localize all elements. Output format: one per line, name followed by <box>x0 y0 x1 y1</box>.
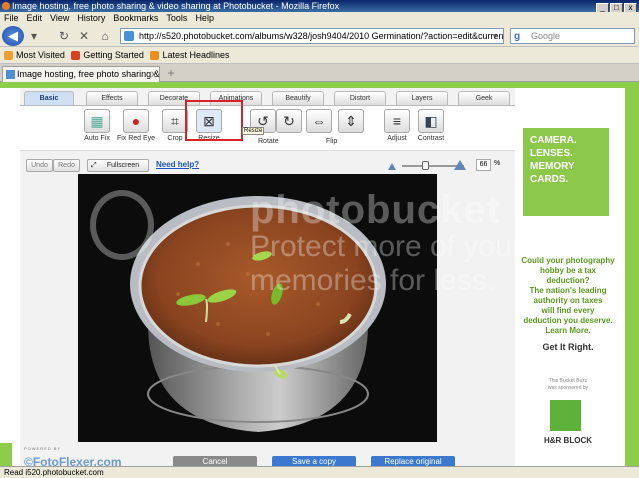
bookmarks-toolbar: Most Visited Getting Started Latest Head… <box>0 47 639 64</box>
undo-button[interactable]: Undo <box>26 159 53 172</box>
rotate-right-icon: ↻ <box>276 109 302 133</box>
tab-close-icon[interactable]: x <box>151 67 156 82</box>
page-content: Basic Effects Decorate Animations Beauti… <box>0 82 639 466</box>
tool-contrast[interactable]: ◧ Contrast <box>416 109 446 142</box>
firefox-icon <box>2 2 10 10</box>
flip-vertical-icon: ⇕ <box>338 109 364 133</box>
rotate-label: Rotate <box>258 138 279 145</box>
left-green-strip <box>0 443 12 466</box>
status-bar: Read i520.photobucket.com <box>0 466 639 478</box>
menu-edit[interactable]: Edit <box>23 12 47 25</box>
forward-dropdown-icon[interactable]: ▾ <box>26 28 42 44</box>
left-margin <box>0 88 20 466</box>
fullscreen-button[interactable]: ⤢ Fullscreen <box>87 159 149 172</box>
menu-bookmarks[interactable]: Bookmarks <box>109 12 162 25</box>
tab-distort[interactable]: Distort <box>334 91 386 105</box>
contrast-icon: ◧ <box>418 109 444 133</box>
resize-tooltip: Resize <box>242 127 265 135</box>
minimize-button[interactable]: _ <box>596 3 609 12</box>
right-green-strip <box>625 88 639 466</box>
rss-icon <box>150 51 160 60</box>
close-window-button[interactable]: x <box>624 3 637 12</box>
fotoflexer-logo[interactable]: ©FotoFlexer.com <box>24 455 122 466</box>
camera-ad-banner[interactable]: CAMERA. LENSES. MEMORY CARDS. <box>523 128 609 216</box>
menu-bar: File Edit View History Bookmarks Tools Help <box>0 12 639 25</box>
redo-button[interactable]: Redo <box>53 159 80 172</box>
tab-bar: Image hosting, free photo sharing & ... … <box>0 64 639 82</box>
reload-icon[interactable]: ↻ <box>56 28 72 44</box>
tab-layers[interactable]: Layers <box>396 91 448 105</box>
seedling-photo <box>78 174 437 442</box>
tool-rotate-right[interactable]: ↻ <box>274 109 304 133</box>
menu-view[interactable]: View <box>46 12 73 25</box>
bookmark-most-visited[interactable]: Most Visited <box>4 47 65 64</box>
cancel-button[interactable]: Cancel <box>173 456 257 466</box>
most-visited-icon <box>4 51 13 60</box>
menu-help[interactable]: Help <box>191 12 218 25</box>
menu-tools[interactable]: Tools <box>162 12 191 25</box>
home-icon[interactable]: ⌂ <box>97 28 113 44</box>
window-controls: _ □ x <box>595 1 637 12</box>
need-help-link[interactable]: Need help? <box>156 160 199 169</box>
browser-tab[interactable]: Image hosting, free photo sharing & ... … <box>2 66 160 82</box>
tab-basic[interactable]: Basic <box>24 91 74 105</box>
editor-tabs: Basic Effects Decorate Animations Beauti… <box>24 91 514 105</box>
save-copy-button[interactable]: Save a copy <box>272 456 356 466</box>
fullscreen-icon: ⤢ <box>91 162 97 169</box>
tool-fix-red-eye[interactable]: ● Fix Red Eye <box>116 109 156 142</box>
tax-ad-text[interactable]: Could your photography hobby be a tax de… <box>515 256 621 352</box>
window-title: Image hosting, free photo sharing & vide… <box>12 1 340 11</box>
google-search-icon[interactable]: g <box>514 30 520 44</box>
adjust-icon: ≡ <box>384 109 410 133</box>
basic-toolbar: ▦ Auto Fix ● Fix Red Eye ⌗ Crop ⊠ Resize ↺ ↻… <box>20 105 515 151</box>
zoom-out-icon[interactable] <box>388 163 396 170</box>
flip-horizontal-icon: ⇔ <box>306 109 332 133</box>
tool-auto-fix[interactable]: ▦ Auto Fix <box>82 109 112 142</box>
auto-fix-icon: ▦ <box>84 109 110 133</box>
bookmark-getting-started[interactable]: Getting Started <box>71 47 144 64</box>
editor-control-bar: Undo Redo ⤢ Fullscreen Need help? 66 % <box>20 157 515 174</box>
getting-started-icon <box>71 51 81 60</box>
tool-flip-horizontal[interactable]: ⇔ <box>304 109 334 133</box>
zoom-value[interactable]: 66 <box>476 159 491 171</box>
site-favicon-icon <box>124 31 134 41</box>
tab-label: Image hosting, free photo sharing & ... <box>17 69 160 79</box>
url-bar[interactable]: http://s520.photobucket.com/albums/w328/… <box>120 28 504 44</box>
tab-beautify[interactable]: Beautify <box>272 91 324 105</box>
photo-editor: Basic Effects Decorate Animations Beauti… <box>20 88 515 466</box>
url-dropdown-icon[interactable]: ▾ <box>487 28 503 44</box>
tab-effects[interactable]: Effects <box>86 91 138 105</box>
hr-block-logo-icon[interactable] <box>550 400 581 431</box>
tool-flip-vertical[interactable]: ⇕ <box>336 109 366 133</box>
resize-highlight <box>185 100 243 141</box>
navigation-toolbar: ◀ ▾ ↻ ✕ ⌂ http://s520.photobucket.com/al… <box>0 25 639 47</box>
back-button[interactable]: ◀ <box>2 26 24 46</box>
zoom-unit: % <box>494 160 501 167</box>
url-text: http://s520.photobucket.com/albums/w328/… <box>139 31 504 41</box>
replace-original-button[interactable]: Replace original <box>371 456 455 466</box>
stop-icon[interactable]: ✕ <box>76 28 92 44</box>
tab-geek[interactable]: Geek <box>458 91 510 105</box>
menu-history[interactable]: History <box>73 12 109 25</box>
search-placeholder: Google <box>531 31 561 41</box>
tool-adjust[interactable]: ≡ Adjust <box>382 109 412 142</box>
new-tab-button[interactable]: + <box>164 67 178 80</box>
tab-favicon-icon <box>6 70 15 79</box>
search-input[interactable]: g Google <box>510 28 635 44</box>
editor-bottom-bar: POWERED BY ©FotoFlexer.com Cancel Save a… <box>20 446 515 466</box>
powered-by-label: POWERED BY <box>24 446 62 451</box>
maximize-button[interactable]: □ <box>610 3 623 12</box>
zoom-slider-knob[interactable] <box>422 161 429 170</box>
zoom-in-icon[interactable] <box>454 160 466 170</box>
get-it-right-link[interactable]: Get It Right. <box>515 342 621 352</box>
ad-sidebar: CAMERA. LENSES. MEMORY CARDS. Could your… <box>515 88 639 466</box>
sponsor-note: This Bucket Buzz was sponsored by <box>547 378 589 391</box>
window-title-bar: Image hosting, free photo sharing & vide… <box>0 0 639 12</box>
bookmark-latest-headlines[interactable]: Latest Headlines <box>150 47 229 64</box>
menu-file[interactable]: File <box>0 12 23 25</box>
photo-canvas[interactable] <box>78 174 437 442</box>
hr-block-name: H&R BLOCK <box>544 436 592 445</box>
red-eye-icon: ● <box>123 109 149 133</box>
flip-label: Flip <box>326 138 338 145</box>
